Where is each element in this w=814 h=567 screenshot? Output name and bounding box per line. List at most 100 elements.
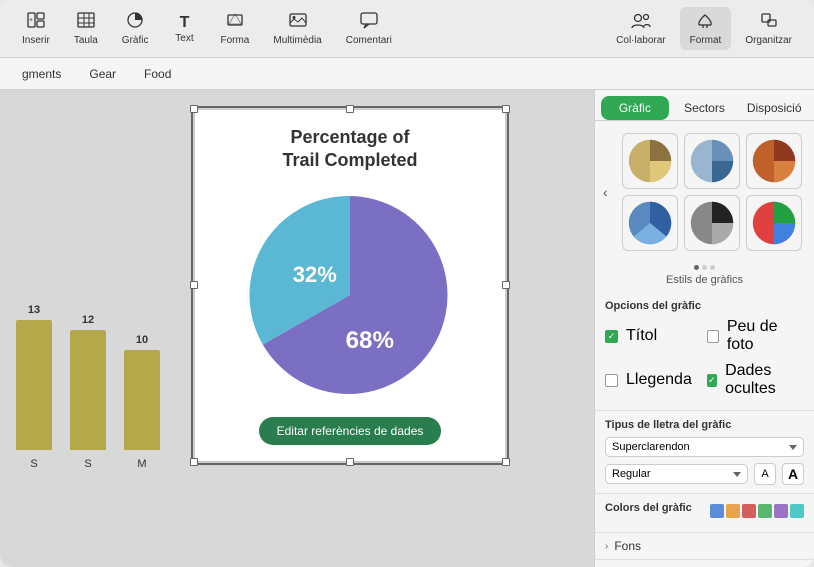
style-thumb-0[interactable] — [622, 133, 678, 189]
forma-label: Forma — [220, 35, 249, 46]
handle-bc — [346, 458, 354, 466]
toolbar-right: Col·laborar Format Organitzar — [606, 7, 802, 50]
ombra-row[interactable]: › Ombra — [595, 560, 814, 567]
forma-icon — [225, 11, 245, 34]
dot-1 — [702, 265, 707, 270]
multimedia-label: Multimèdia — [273, 35, 321, 46]
colors-row: Colors del gràfic — [605, 502, 804, 520]
svg-text:68%: 68% — [346, 327, 394, 354]
handle-tr — [502, 105, 510, 113]
handle-bl — [190, 458, 198, 466]
dot-0 — [694, 265, 699, 270]
checkbox-llegenda[interactable]: Llegenda — [605, 362, 703, 398]
style-thumb-2[interactable] — [746, 133, 802, 189]
toolbar-grafic[interactable]: Gràfic — [112, 7, 159, 50]
canvas-area[interactable]: 13 S 12 S 10 M — [0, 90, 594, 567]
panel-tab-disposicio[interactable]: Disposició — [740, 96, 808, 120]
next-arrow[interactable]: › — [810, 182, 814, 202]
font-name-row: Superclarendon — [605, 437, 804, 457]
handle-mr — [502, 281, 510, 289]
format-label: Format — [690, 35, 722, 46]
swatch-1[interactable] — [726, 504, 740, 518]
toolbar-text[interactable]: T Text — [162, 10, 206, 48]
collab-icon — [630, 12, 652, 35]
opcions-title: Opcions del gràfic — [605, 300, 804, 312]
comentari-icon — [359, 11, 379, 34]
checkbox-llegenda-box[interactable] — [605, 374, 618, 387]
taula-icon — [76, 11, 96, 34]
panel-dots — [595, 265, 814, 270]
toolbar-format[interactable]: Format — [680, 7, 732, 50]
format-icon — [695, 11, 715, 34]
main-content: 13 S 12 S 10 M — [0, 90, 814, 567]
toolbar-collab[interactable]: Col·laborar — [606, 8, 675, 50]
panel-tabs: Gràfic Sectors Disposició — [595, 90, 814, 121]
bar-col-2: 10 M — [124, 334, 160, 470]
toolbar-inserir[interactable]: + Inserir — [12, 7, 60, 50]
style-thumb-5[interactable] — [746, 195, 802, 251]
swatch-3[interactable] — [758, 504, 772, 518]
font-title: Tipus de lletra del gràfic — [605, 419, 804, 431]
tabs-bar: gments Gear Food — [0, 58, 814, 90]
edit-data-button[interactable]: Editar referències de dades — [259, 417, 442, 445]
style-thumb-4[interactable] — [684, 195, 740, 251]
font-size-small-btn[interactable]: A — [754, 463, 776, 485]
comentari-label: Comentari — [346, 35, 392, 46]
checkboxes-grid: ✓ Títol Peu de foto Llegenda ✓ Dades ocu… — [605, 318, 804, 402]
checkbox-titol[interactable]: ✓ Títol — [605, 318, 703, 354]
prev-arrow[interactable]: ‹ — [597, 182, 614, 202]
svg-text:32%: 32% — [293, 262, 337, 287]
style-thumbnails — [614, 125, 810, 259]
grafic-icon — [125, 11, 145, 34]
toolbar-multimedia[interactable]: Multimèdia — [263, 7, 331, 50]
colors-title: Colors del gràfic — [605, 502, 692, 514]
bar-label-2: M — [137, 458, 146, 470]
text-label: Text — [175, 33, 193, 44]
font-name-select[interactable]: Superclarendon — [605, 437, 804, 457]
bar-col-0: 13 S — [16, 304, 52, 470]
collab-label: Col·laborar — [616, 35, 665, 46]
checkbox-titol-box[interactable]: ✓ — [605, 330, 618, 343]
svg-text:+: + — [29, 17, 33, 24]
toolbar-organitzar[interactable]: Organitzar — [735, 7, 802, 50]
style-thumb-3[interactable] — [622, 195, 678, 251]
styles-label: Estils de gràfics — [595, 272, 814, 292]
bar-2 — [124, 350, 160, 450]
bar-val-1: 12 — [82, 314, 94, 326]
checkbox-peu[interactable]: Peu de foto — [707, 318, 805, 354]
checkbox-dades-box[interactable]: ✓ — [707, 374, 718, 387]
swatch-0[interactable] — [710, 504, 724, 518]
font-section: Tipus de lletra del gràfic Superclarendo… — [595, 411, 814, 494]
pie-chart-title: Percentage of Trail Completed — [211, 126, 489, 173]
tab-food[interactable]: Food — [130, 63, 185, 85]
style-thumb-1[interactable] — [684, 133, 740, 189]
checkbox-dades[interactable]: ✓ Dades ocultes — [707, 362, 805, 398]
swatch-2[interactable] — [742, 504, 756, 518]
swatch-4[interactable] — [774, 504, 788, 518]
colors-section: Colors del gràfic — [595, 494, 814, 533]
swatch-5[interactable] — [790, 504, 804, 518]
bar-col-1: 12 S — [70, 314, 106, 470]
tab-gments[interactable]: gments — [8, 63, 75, 85]
bar-val-2: 10 — [136, 334, 148, 346]
color-swatches — [710, 504, 804, 518]
organitzar-label: Organitzar — [745, 35, 792, 46]
handle-tc — [346, 105, 354, 113]
toolbar-taula[interactable]: Taula — [64, 7, 108, 50]
taula-label: Taula — [74, 35, 98, 46]
inserir-icon: + — [26, 11, 46, 34]
font-size-large-btn[interactable]: A — [782, 463, 804, 485]
handle-br — [502, 458, 510, 466]
font-style-select[interactable]: Regular — [605, 464, 748, 484]
pie-chart-wrapper[interactable]: Percentage of Trail Completed 68% 32% Ed… — [195, 110, 505, 461]
checkbox-peu-box[interactable] — [707, 330, 719, 343]
bar-label-1: S — [84, 458, 91, 470]
toolbar-forma[interactable]: Forma — [210, 7, 259, 50]
fons-row[interactable]: › Fons — [595, 533, 814, 560]
panel-tab-grafic[interactable]: Gràfic — [601, 96, 669, 120]
bar-val-0: 13 — [28, 304, 40, 316]
toolbar-comentari[interactable]: Comentari — [336, 7, 402, 50]
panel-tab-sectors[interactable]: Sectors — [671, 96, 739, 120]
tab-gear[interactable]: Gear — [75, 63, 130, 85]
bar-chart-container: 13 S 12 S 10 M — [0, 110, 180, 510]
